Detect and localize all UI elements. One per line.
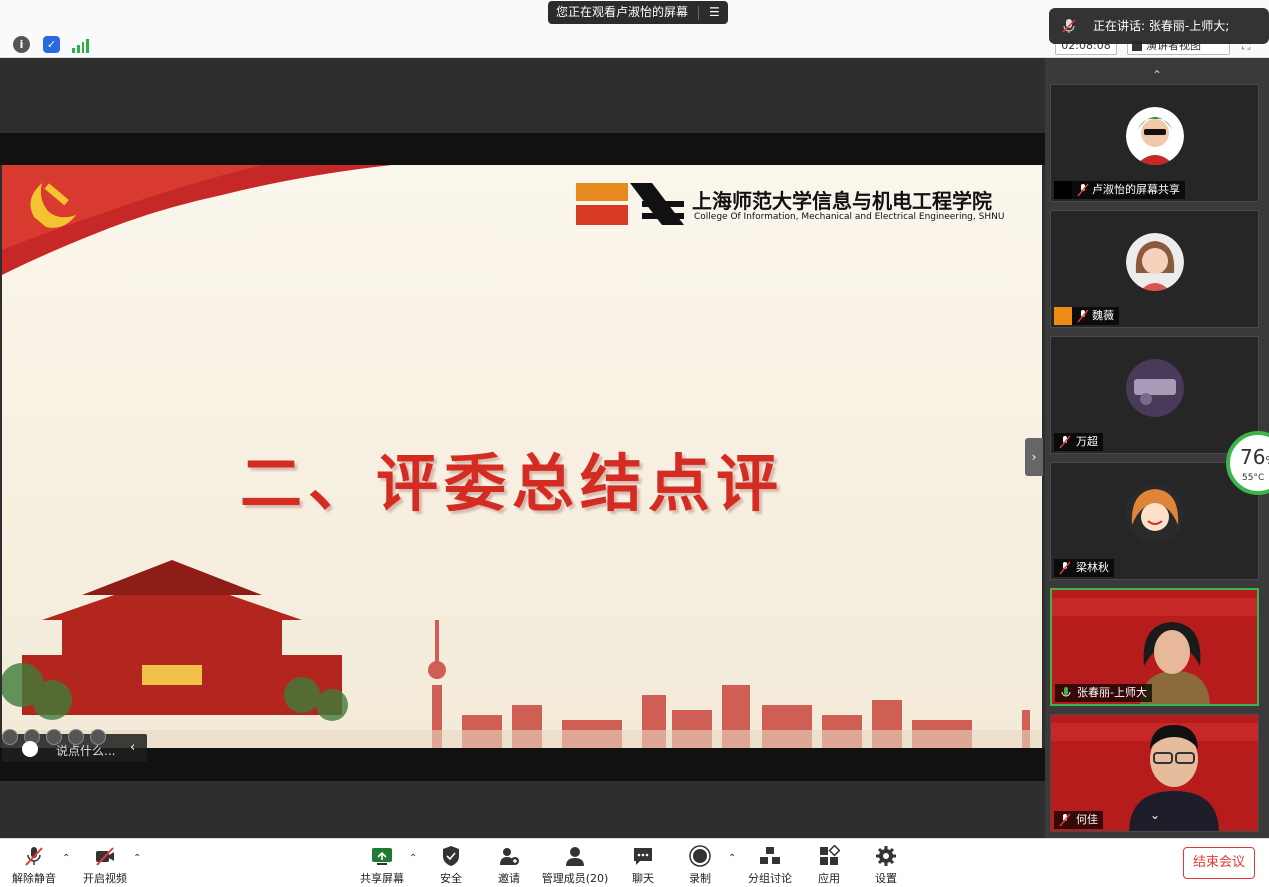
unmute-button[interactable]: 解除静音 xyxy=(10,839,58,887)
scroll-up-icon[interactable]: ⌃ xyxy=(1122,67,1192,83)
apps-label: 应用 xyxy=(818,872,840,885)
settings-button[interactable]: 设置 xyxy=(869,839,903,887)
security-button[interactable]: 安全 xyxy=(434,839,468,887)
participants-label: 管理成员(20) xyxy=(541,872,609,885)
breakout-rooms-button[interactable]: 分组讨论 xyxy=(746,839,794,887)
start-video-label: 开启视频 xyxy=(83,872,127,885)
mic-active-icon xyxy=(1061,687,1071,697)
mic-muted-icon xyxy=(1059,435,1071,449)
share-screen-label: 共享屏幕 xyxy=(360,872,404,885)
breakout-label: 分组讨论 xyxy=(748,872,792,885)
video-options-icon[interactable]: ⌃ xyxy=(133,853,141,864)
avatar xyxy=(1126,359,1184,417)
unmute-label: 解除静音 xyxy=(12,872,56,885)
avatar xyxy=(1126,107,1184,165)
separator xyxy=(698,5,700,20)
avatar xyxy=(1126,485,1184,543)
record-label: 录制 xyxy=(689,872,711,885)
share-notice-text: 您正在观看卢淑怡的屏幕 xyxy=(556,5,689,19)
participant-video xyxy=(1129,725,1219,831)
participant-name: 卢淑怡的屏幕共享 xyxy=(1092,183,1180,196)
participants-icon xyxy=(566,847,584,866)
view-options-icon[interactable]: ☰ xyxy=(709,1,720,24)
participant-name: 张春丽-上师大 xyxy=(1077,686,1147,699)
chat-icon xyxy=(634,848,652,865)
record-options-icon[interactable]: ⌃ xyxy=(728,853,736,864)
participant-tile[interactable]: 卢淑怡的屏幕共享 xyxy=(1050,84,1259,202)
mic-muted-icon xyxy=(1077,309,1089,323)
name-tag: 张春丽-上师大 xyxy=(1055,684,1152,702)
mic-muted-icon xyxy=(1059,813,1071,827)
chat-label: 聊天 xyxy=(632,872,654,885)
user-icon xyxy=(1054,307,1072,325)
share-screen-button[interactable]: 共享屏幕 xyxy=(356,839,408,887)
letterbox-bottom xyxy=(0,748,1045,781)
record-icon xyxy=(689,845,711,867)
participant-video-tile[interactable]: 张春丽-上师大 xyxy=(1050,588,1259,706)
collapse-icon[interactable]: ‹ xyxy=(130,740,135,755)
name-tag: 何佳 xyxy=(1054,811,1103,829)
manage-participants-button[interactable]: 管理成员(20) xyxy=(540,839,610,887)
invite-label: 邀请 xyxy=(498,872,520,885)
apps-button[interactable]: 应用 xyxy=(812,839,846,887)
name-tag: 卢淑怡的屏幕共享 xyxy=(1072,181,1185,199)
security-label: 安全 xyxy=(440,872,462,885)
mic-muted-icon xyxy=(1077,183,1089,197)
info-icon[interactable]: i xyxy=(13,36,30,53)
breakout-icon xyxy=(760,847,780,864)
meeting-window: 您正在观看卢淑怡的屏幕 ☰ i ✓ 02:08:08 演讲者视图 ⛶ 正在讲话:… xyxy=(0,0,1269,887)
participant-name: 何佳 xyxy=(1076,813,1098,826)
audio-options-icon[interactable]: ⌃ xyxy=(62,853,70,864)
scroll-down-icon[interactable]: ⌄ xyxy=(1150,808,1160,822)
participant-name: 万超 xyxy=(1076,435,1098,448)
school-name-en: College Of Information, Mechanical and E… xyxy=(694,212,1005,222)
letterbox-top xyxy=(0,133,1045,165)
gear-icon xyxy=(876,846,896,866)
name-tag: 万超 xyxy=(1054,433,1103,451)
name-tag: 魏薇 xyxy=(1072,307,1119,325)
shield-icon[interactable]: ✓ xyxy=(43,36,60,53)
participant-name: 魏薇 xyxy=(1092,309,1114,322)
record-button[interactable]: 录制 xyxy=(683,839,717,887)
add-user-icon xyxy=(500,848,519,865)
share-notice[interactable]: 您正在观看卢淑怡的屏幕 ☰ xyxy=(548,1,728,24)
share-screen-icon xyxy=(372,848,392,865)
prev-icon[interactable] xyxy=(2,729,18,745)
mic-muted-icon xyxy=(25,847,43,866)
participant-tile[interactable]: 魏薇 xyxy=(1050,210,1259,328)
cpu-temperature: 55°C xyxy=(1242,473,1265,483)
school-name: 上海师范大学信息与机电工程学院 xyxy=(692,189,992,213)
share-options-icon[interactable]: ⌃ xyxy=(409,853,417,864)
signal-icon[interactable] xyxy=(72,36,89,53)
meeting-toolbar: 解除静音 ⌃ 开启视频 ⌃ 共享屏幕 ⌃ 安全 邀请 管理成员(20) 聊天 录… xyxy=(0,838,1269,887)
invite-button[interactable]: 邀请 xyxy=(492,839,526,887)
participant-name: 梁林秋 xyxy=(1076,561,1109,574)
speaking-text: 正在讲话: 张春丽-上师大; xyxy=(1093,19,1230,33)
panel-toggle-button[interactable]: › xyxy=(1025,438,1043,476)
camera-off-icon xyxy=(96,847,114,866)
emoji-icon[interactable] xyxy=(22,741,38,757)
participant-tile[interactable]: 万超 xyxy=(1050,336,1259,454)
apps-icon xyxy=(820,845,840,865)
speaking-banner: 正在讲话: 张春丽-上师大; xyxy=(1049,8,1269,44)
avatar xyxy=(1126,233,1184,291)
comment-input[interactable]: 说点什么... xyxy=(56,742,115,759)
chat-button[interactable]: 聊天 xyxy=(626,839,660,887)
end-meeting-button[interactable]: 结束会议 xyxy=(1183,847,1255,879)
name-tag: 梁林秋 xyxy=(1054,559,1114,577)
settings-label: 设置 xyxy=(875,872,897,885)
screen-share-icon xyxy=(1054,181,1072,199)
mic-icon xyxy=(1062,19,1076,33)
start-video-button[interactable]: 开启视频 xyxy=(80,839,130,887)
shared-screen-area: 上海师范大学信息与机电工程学院 College Of Information, … xyxy=(0,58,1045,838)
presentation-slide: 上海师范大学信息与机电工程学院 College Of Information, … xyxy=(2,165,1042,748)
mic-muted-icon xyxy=(1059,561,1071,575)
video-background-banner xyxy=(1052,598,1257,616)
slide-title: 二、评委总结点评 xyxy=(240,447,785,520)
participant-tile[interactable]: 梁林秋 xyxy=(1050,462,1259,580)
cpu-value: 76% xyxy=(1240,445,1269,469)
shield-icon xyxy=(443,846,459,866)
